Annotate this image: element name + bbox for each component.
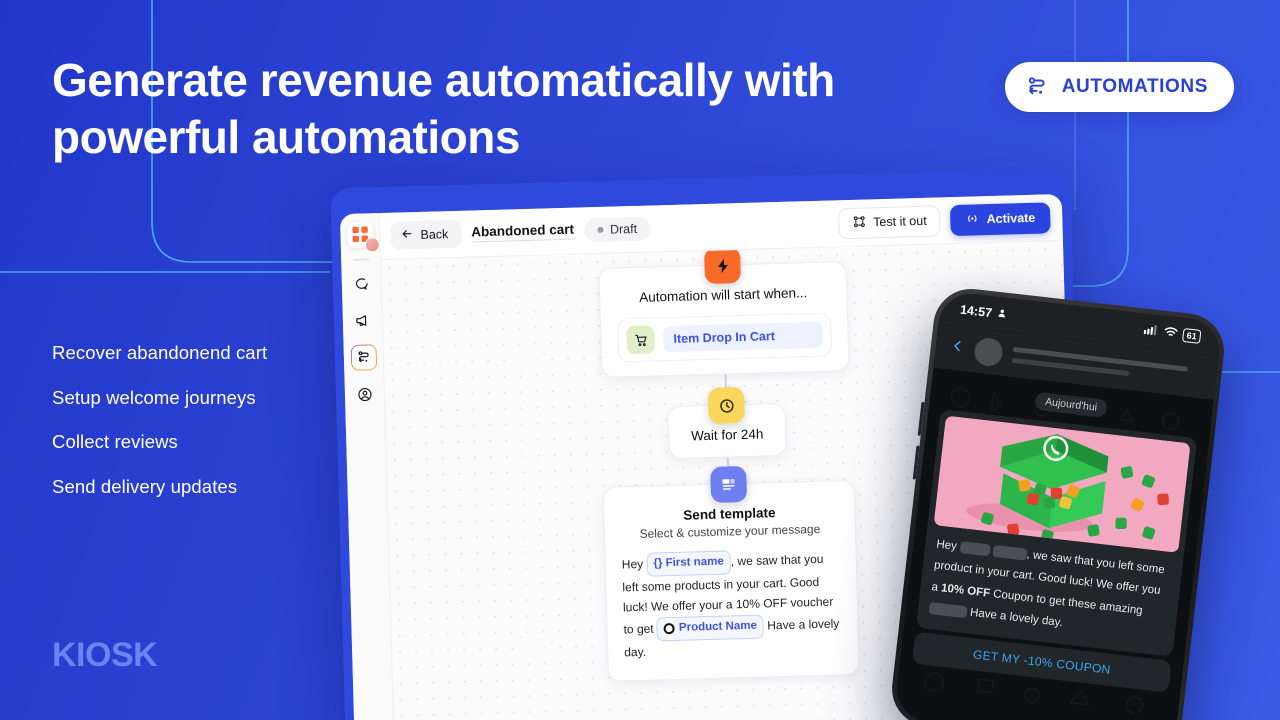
first-name-variable-tag[interactable]: {} First name — [646, 550, 732, 577]
chat-text-highlight: 10% OFF — [940, 581, 991, 600]
redacted-block — [959, 541, 991, 557]
send-template-body[interactable]: Hey {} First name, we saw that you left … — [621, 547, 842, 662]
shopping-cart-icon — [626, 325, 655, 355]
test-it-out-label: Test it out — [873, 213, 927, 230]
headline-line-2: powerful automations — [52, 111, 520, 164]
flow-title[interactable]: Abandoned cart — [471, 221, 575, 243]
send-template-subtitle: Select & customize your message — [639, 521, 821, 541]
wait-node[interactable]: Wait for 24h — [667, 386, 787, 460]
redacted-block — [992, 544, 1028, 561]
status-time: 14:57 — [959, 302, 993, 321]
sidebar-item-account[interactable] — [351, 381, 378, 408]
contact-avatar[interactable] — [973, 336, 1005, 368]
automation-flow-icon — [1025, 75, 1049, 99]
chat-text-6: Have a lovely day. — [969, 606, 1064, 629]
send-template-node[interactable]: Send template Select & customize your me… — [602, 465, 860, 683]
sidebar-item-chat[interactable] — [348, 270, 375, 297]
user-avatar[interactable] — [364, 237, 380, 253]
chat-message-bubble[interactable]: Hey , we saw that you left some product … — [915, 409, 1198, 657]
wait-node-title: Wait for 24h — [690, 426, 764, 444]
product-name-label: Product Name — [678, 619, 758, 634]
sidebar-divider — [352, 258, 369, 261]
phone-chat-body[interactable]: Aujourd'hui Hey , we saw that you left s… — [893, 367, 1214, 720]
page-title: Generate revenue automatically with powe… — [52, 52, 882, 166]
activate-button[interactable]: Activate — [950, 201, 1051, 236]
template-document-icon — [710, 465, 748, 503]
feature-list: Recover abandonend cart Setup welcome jo… — [52, 342, 372, 522]
contact-name-placeholder — [1011, 346, 1204, 385]
nodes-icon — [852, 214, 866, 231]
product-dot-icon — [663, 623, 676, 635]
chat-text-2: , we saw that you left — [1026, 548, 1135, 573]
back-button-label: Back — [420, 227, 449, 242]
activate-label: Activate — [986, 210, 1036, 227]
trigger-condition-row[interactable]: Item Drop In Cart — [616, 312, 833, 363]
headline-line-1: Generate revenue automatically with — [52, 54, 835, 106]
trigger-condition-chip[interactable]: Item Drop In Cart — [663, 321, 823, 353]
automations-badge-label: AUTOMATIONS — [1061, 76, 1208, 97]
sidebar-item-campaigns[interactable] — [349, 307, 376, 334]
test-it-out-button[interactable]: Test it out — [837, 204, 942, 239]
sidebar-item-automations[interactable] — [350, 344, 377, 371]
feature-item: Recover abandonend cart — [52, 342, 268, 363]
lightning-bolt-icon — [703, 247, 741, 285]
product-name-variable-tag[interactable]: Product Name — [656, 614, 765, 642]
back-button[interactable]: Back — [390, 219, 462, 250]
battery-indicator: 61 — [1181, 327, 1202, 344]
wifi-icon — [1163, 326, 1178, 341]
clock-icon — [707, 386, 745, 424]
trigger-node[interactable]: Automation will start when... Item Drop … — [598, 247, 850, 378]
template-text-1: Hey — [621, 556, 644, 572]
broadcast-icon — [965, 211, 979, 228]
status-badge[interactable]: Draft — [583, 216, 651, 243]
status-dot-icon — [596, 226, 604, 234]
feature-item: Setup welcome journeys — [52, 386, 256, 408]
trigger-node-title: Automation will start when... — [639, 285, 808, 305]
person-icon — [996, 307, 1008, 322]
phone-screen: 14:57 61 Aujourd'hui Hey , we saw that y… — [893, 290, 1223, 720]
signal-bars-icon — [1143, 324, 1159, 340]
automations-badge[interactable]: AUTOMATIONS — [1004, 62, 1234, 112]
chat-text-1: Hey — [935, 538, 958, 553]
phone-frame: 14:57 61 Aujourd'hui Hey , we saw that y… — [888, 284, 1228, 720]
chat-message-text: Hey , we saw that you left some product … — [923, 534, 1177, 646]
kiosk-logo-icon[interactable] — [346, 221, 380, 253]
feature-item: Send delivery updates — [52, 475, 238, 497]
arrow-left-icon — [400, 227, 413, 243]
phone-mockup: 14:57 61 Aujourd'hui Hey , we saw that y… — [888, 284, 1228, 720]
kiosk-logo: KIOSK — [52, 636, 158, 675]
kiosk-logo-text: KIOSK — [52, 636, 158, 674]
redacted-block — [928, 601, 968, 619]
feature-item: Collect reviews — [52, 431, 178, 452]
chevron-left-icon[interactable] — [949, 338, 966, 360]
status-badge-label: Draft — [609, 221, 638, 237]
whatsapp-gummy-box-image — [933, 415, 1191, 553]
